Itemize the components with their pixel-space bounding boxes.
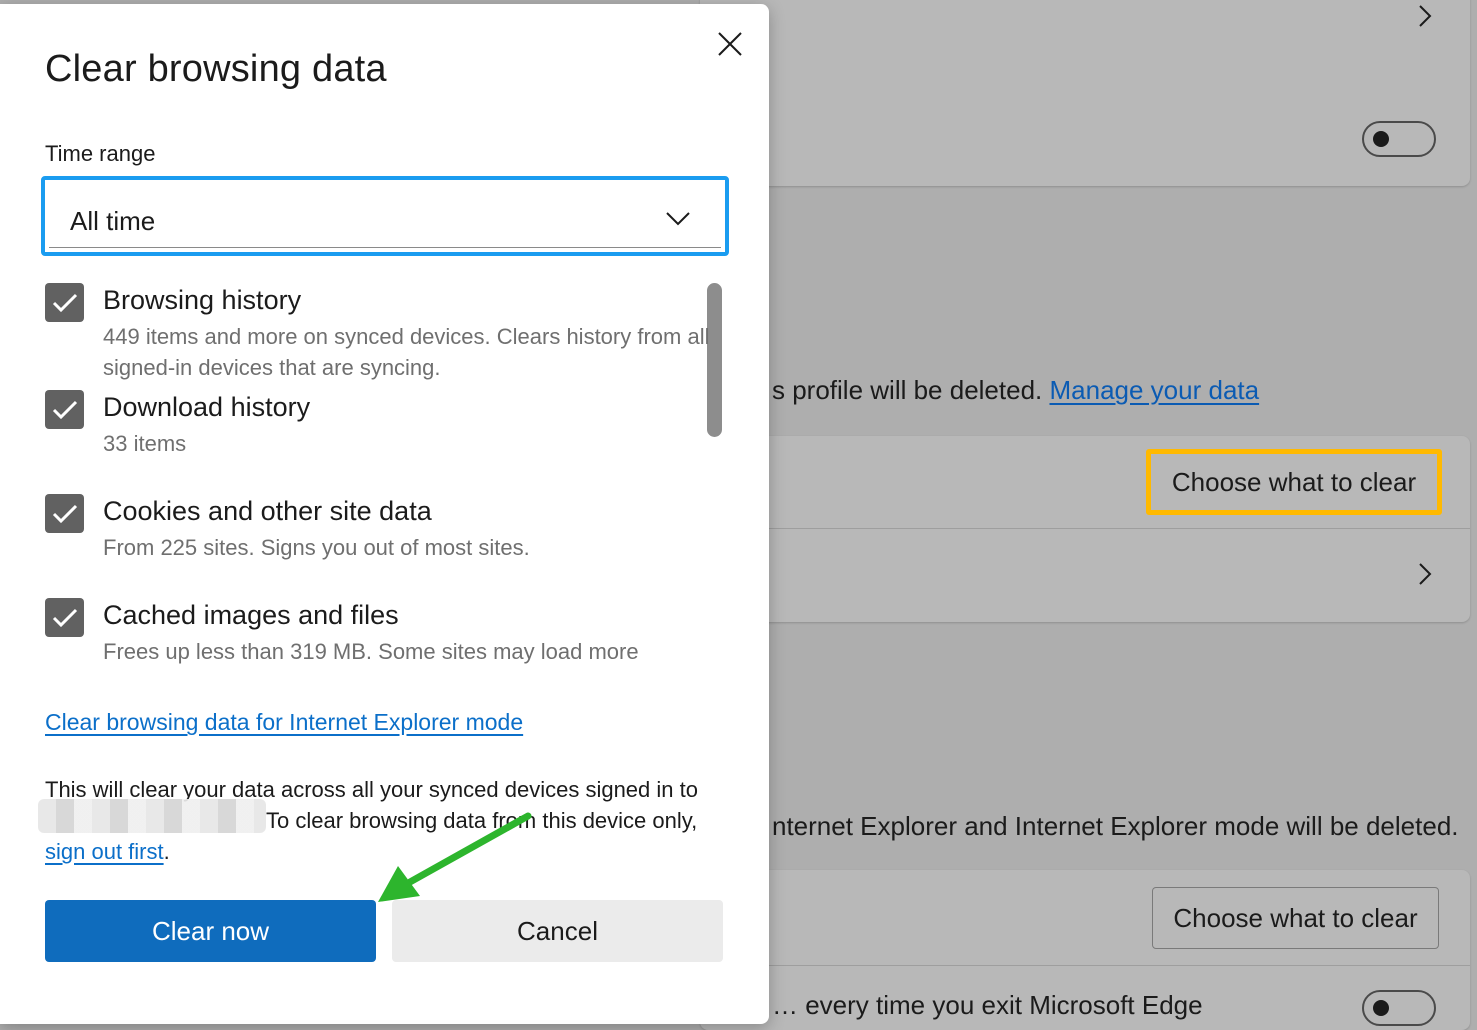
highlight-box bbox=[1146, 449, 1442, 515]
browsing-history-checkbox[interactable] bbox=[45, 283, 84, 322]
option-title: Cookies and other site data bbox=[103, 496, 432, 526]
notice-period: . bbox=[163, 839, 170, 864]
dialog-title: Clear browsing data bbox=[45, 48, 387, 90]
checkmark-icon bbox=[52, 504, 77, 523]
notice-line-3: sign out first. bbox=[45, 836, 170, 867]
time-range-select[interactable]: All time bbox=[41, 176, 729, 256]
choose-what-to-clear-ie-button[interactable]: Choose what to clear bbox=[1152, 887, 1439, 949]
checkmark-icon bbox=[52, 608, 77, 627]
profile-delete-text: s profile will be deleted. Manage your d… bbox=[772, 375, 1260, 405]
chevron-right-icon[interactable] bbox=[1416, 4, 1434, 28]
toggle-switch-off[interactable] bbox=[1362, 121, 1436, 157]
option-description: Frees up less than 319 MB. Some sites ma… bbox=[103, 639, 639, 664]
sign-out-link[interactable]: sign out first bbox=[45, 839, 164, 864]
chevron-right-icon[interactable] bbox=[1416, 562, 1434, 586]
close-button[interactable] bbox=[710, 24, 750, 64]
toggle-knob bbox=[1373, 1000, 1389, 1016]
checkmark-icon bbox=[52, 400, 77, 419]
divider bbox=[700, 528, 1470, 529]
redacted-account bbox=[38, 799, 266, 833]
cancel-button[interactable]: Cancel bbox=[392, 900, 723, 962]
cookies-checkbox[interactable] bbox=[45, 494, 84, 533]
cached-images-checkbox[interactable] bbox=[45, 598, 84, 637]
clear-browsing-data-dialog: Clear browsing data Time range All time … bbox=[0, 4, 769, 1024]
manage-data-link[interactable]: Manage your data bbox=[1050, 375, 1260, 405]
time-range-value: All time bbox=[70, 206, 156, 236]
notice-line-2: To clear browsing data from this device … bbox=[266, 808, 698, 833]
time-range-label: Time range bbox=[45, 141, 156, 166]
divider bbox=[700, 965, 1470, 966]
select-field: All time bbox=[49, 184, 721, 248]
chevron-down-icon bbox=[666, 212, 690, 226]
option-description: From 225 sites. Signs you out of most si… bbox=[103, 535, 530, 560]
toggle-switch-off[interactable] bbox=[1362, 990, 1436, 1026]
option-title: Cached images and files bbox=[103, 600, 399, 630]
close-icon bbox=[718, 32, 742, 56]
option-title: Browsing history bbox=[103, 285, 302, 315]
option-title: Download history bbox=[103, 392, 311, 422]
checkmark-icon bbox=[52, 293, 77, 312]
option-description: 33 items bbox=[103, 431, 187, 456]
download-history-checkbox[interactable] bbox=[45, 390, 84, 429]
ie-mode-delete-text: nternet Explorer and Internet Explorer m… bbox=[772, 811, 1459, 841]
toggle-knob bbox=[1373, 131, 1389, 147]
option-description: 449 items and more on synced devices. Cl… bbox=[103, 324, 710, 380]
settings-card-top bbox=[700, 0, 1470, 186]
clear-now-button[interactable]: Clear now bbox=[45, 900, 376, 962]
clear-on-exit-text: … every time you exit Microsoft Edge bbox=[772, 990, 1203, 1020]
ie-mode-clear-link[interactable]: Clear browsing data for Internet Explore… bbox=[45, 709, 523, 736]
